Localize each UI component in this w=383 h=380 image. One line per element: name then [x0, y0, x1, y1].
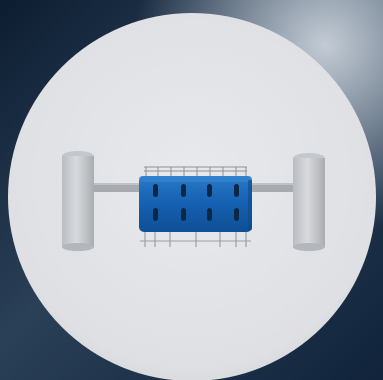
left-tower: [62, 151, 94, 251]
offshore-platform-icon: [62, 151, 325, 251]
right-tower: [293, 153, 325, 251]
icon-canvas: [0, 0, 383, 380]
support-legs: [144, 230, 247, 247]
